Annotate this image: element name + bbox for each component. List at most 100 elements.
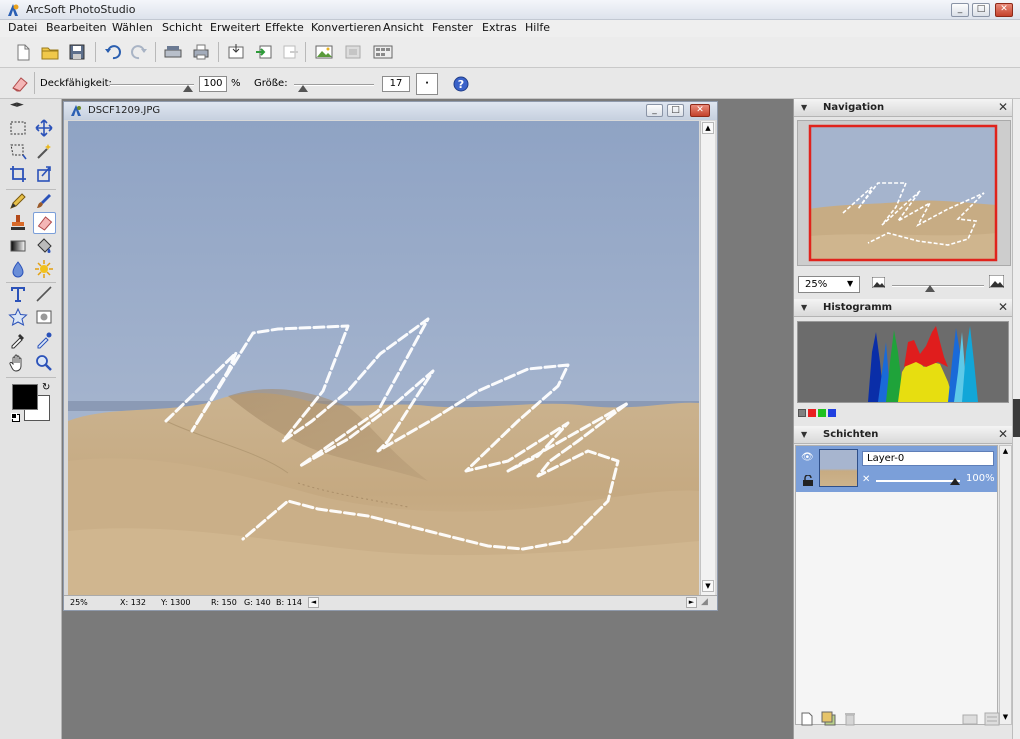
new-layer-icon[interactable] (801, 712, 813, 726)
duplicate-layer-icon[interactable] (821, 711, 837, 727)
save-icon[interactable] (67, 43, 87, 61)
swap-colors-icon[interactable]: ↻ (42, 382, 50, 393)
size-input[interactable]: 17 (382, 76, 410, 92)
scan-icon[interactable] (163, 43, 183, 61)
menu-item-effekte[interactable]: Effekte (265, 21, 304, 34)
layer-opacity-slider-track[interactable] (876, 480, 960, 482)
export-icon[interactable] (281, 43, 301, 61)
hand-icon[interactable] (8, 353, 28, 373)
eyedropper-icon[interactable] (8, 330, 28, 350)
menu-item-extras[interactable]: Extras (482, 21, 517, 34)
layer-options-icon[interactable] (984, 712, 1000, 726)
pencil-icon[interactable] (8, 191, 28, 211)
histogram-channel-all[interactable] (798, 409, 806, 417)
close-button[interactable]: ✕ (995, 3, 1013, 17)
help-icon[interactable]: ? (453, 76, 469, 92)
histogram-close-icon[interactable]: ✕ (998, 300, 1008, 314)
transform-icon[interactable] (34, 164, 54, 184)
histogram-channel-blue[interactable] (828, 409, 836, 417)
histogram-channel-green[interactable] (818, 409, 826, 417)
histogram-channel-red[interactable] (808, 409, 816, 417)
layer-thumbnail[interactable] (819, 449, 858, 487)
magic-wand-icon[interactable] (34, 141, 54, 161)
line-tool-icon[interactable] (34, 284, 54, 304)
layers-close-icon[interactable]: ✕ (998, 427, 1008, 441)
menu-item-erweitert[interactable]: Erweitert (210, 21, 260, 34)
zoom-out-mountain-icon[interactable] (872, 277, 885, 288)
layer-opacity-slider-knob[interactable] (950, 478, 960, 485)
histogram-panel-header[interactable]: ▼ Histogramm ✕ (794, 299, 1013, 317)
dodge-sun-icon[interactable] (34, 259, 54, 279)
minimize-button[interactable]: _ (951, 3, 969, 17)
document-title-bar[interactable]: DSCF1209.JPG _ □ ✕ (64, 102, 717, 120)
blur-drop-icon[interactable] (8, 259, 28, 279)
crop-icon[interactable] (8, 164, 28, 184)
layer-row[interactable]: 👁 Layer-0 ✕ 100% (796, 446, 997, 492)
hscroll-right-arrow-icon[interactable]: ► (686, 597, 697, 608)
navigation-zoom-slider-knob[interactable] (925, 285, 935, 292)
lock-icon[interactable] (802, 475, 814, 486)
menu-item-waehlen[interactable]: Wählen (112, 21, 153, 34)
document-window[interactable]: DSCF1209.JPG _ □ ✕ ▲ ▼ 25% X: 132 Y: 130… (63, 101, 718, 611)
brush-icon[interactable] (34, 191, 54, 211)
brush-shape-picker[interactable]: · (416, 73, 438, 95)
navigation-close-icon[interactable]: ✕ (998, 100, 1008, 114)
redo-icon[interactable] (129, 43, 149, 61)
red-eye-icon[interactable] (34, 330, 54, 350)
navigation-preview[interactable] (797, 120, 1011, 266)
navigation-panel-header[interactable]: ▼ Navigation ✕ (794, 99, 1013, 117)
opacity-slider-track[interactable] (110, 84, 194, 86)
delete-layer-icon[interactable] (844, 712, 856, 726)
collapse-triangle-icon[interactable]: ▼ (801, 103, 807, 112)
text-tool-icon[interactable] (8, 284, 28, 304)
layers-panel-header[interactable]: ▼ Schichten ✕ (794, 426, 1013, 444)
merge-layers-icon[interactable] (962, 712, 978, 726)
toolbox-grip-icon[interactable]: ◄► (10, 100, 24, 110)
gradient-icon[interactable] (8, 236, 28, 256)
menu-item-datei[interactable]: Datei (8, 21, 37, 34)
zoom-in-mountain-icon[interactable] (989, 275, 1004, 288)
acquire-icon[interactable] (226, 43, 246, 61)
import-icon[interactable] (254, 43, 274, 61)
default-colors-icon[interactable] (11, 413, 17, 419)
layer-name-input[interactable]: Layer-0 (862, 451, 994, 466)
scroll-up-arrow-icon[interactable]: ▲ (702, 122, 714, 134)
image-canvas[interactable] (68, 121, 699, 595)
navigation-zoom-slider-track[interactable] (892, 285, 984, 287)
menu-item-schicht[interactable]: Schicht (162, 21, 202, 34)
move-icon[interactable] (34, 118, 54, 138)
print-icon[interactable] (191, 43, 211, 61)
lasso-icon[interactable] (8, 141, 28, 161)
new-file-icon[interactable] (13, 43, 33, 61)
hscroll-left-arrow-icon[interactable]: ◄ (308, 597, 319, 608)
size-slider-knob[interactable] (298, 85, 308, 92)
opacity-slider-knob[interactable] (183, 85, 193, 92)
layers-scrollbar[interactable]: ▲ ▼ (999, 445, 1012, 725)
photo-disabled-icon[interactable] (343, 43, 363, 61)
navigation-zoom-select[interactable]: 25% ▼ (798, 276, 860, 293)
resize-grip-icon[interactable]: ◢ (701, 597, 713, 609)
collapse-triangle-icon[interactable]: ▼ (801, 430, 807, 439)
layers-scroll-up-icon[interactable]: ▲ (1000, 446, 1011, 457)
menu-item-hilfe[interactable]: Hilfe (525, 21, 550, 34)
menu-item-fenster[interactable]: Fenster (432, 21, 473, 34)
doc-close-button[interactable]: ✕ (690, 104, 710, 117)
doc-maximize-button[interactable]: □ (667, 104, 684, 117)
visibility-eye-icon[interactable]: 👁 (801, 452, 814, 463)
zoom-icon[interactable] (34, 353, 54, 373)
open-folder-icon[interactable] (40, 43, 60, 61)
photo-icon[interactable] (314, 43, 334, 61)
dock-collapse-handle[interactable] (1013, 399, 1020, 437)
stamp-icon[interactable] (8, 213, 28, 233)
eraser-tool-button[interactable] (33, 212, 56, 234)
scroll-down-arrow-icon[interactable]: ▼ (702, 580, 714, 592)
album-icon[interactable] (373, 43, 393, 61)
menu-item-ansicht[interactable]: Ansicht (383, 21, 424, 34)
layer-mode-icon[interactable]: ✕ (862, 474, 870, 485)
foreground-color-swatch[interactable] (12, 384, 38, 410)
menu-item-konvertieren[interactable]: Konvertieren (311, 21, 381, 34)
doc-minimize-button[interactable]: _ (646, 104, 663, 117)
canvas-vertical-scrollbar[interactable]: ▲ ▼ (700, 121, 715, 595)
collapse-triangle-icon[interactable]: ▼ (801, 303, 807, 312)
shape-star-icon[interactable] (8, 307, 28, 327)
